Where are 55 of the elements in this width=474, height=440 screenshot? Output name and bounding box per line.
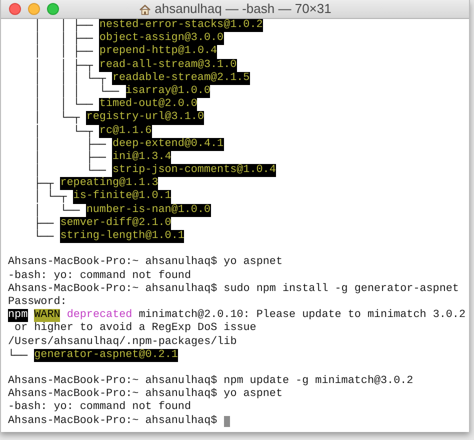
package-name: string-length@1.0.1 [60, 230, 184, 244]
package-name: object-assign@3.0.0 [99, 32, 224, 46]
deprecated-label: deprecated [66, 309, 132, 322]
tree-branch: │ │ ├─┬ [33, 58, 93, 72]
package-name: ini@1.3.4 [112, 150, 172, 164]
npm-label: npm [8, 309, 28, 322]
terminal-text: Ahsans-MacBook-Pro:~ ahsanulhaq$ [8, 414, 218, 428]
package-name: repeating@1.1.3 [60, 177, 158, 190]
tree-branch: └── [33, 230, 55, 244]
tree-branch: │ └─┬ [33, 111, 81, 124]
minimize-button[interactable] [28, 3, 40, 15]
package-name: number-is-nan@1.0.0 [86, 204, 211, 217]
terminal-text: Ahsans-MacBook-Pro:~ ahsanulhaq$ sudo npm install -g generator-aspnet [8, 282, 459, 296]
package-name: read-all-stream@3.1.0 [99, 58, 237, 72]
package-name: semver-diff@2.1.0 [60, 216, 172, 230]
tree-branch: │ ├── [33, 138, 107, 151]
window-title: ahsanulhaq — -bash — 70×31 [154, 0, 332, 18]
terminal-text: Ahsans-MacBook-Pro:~ ahsanulhaq$ yo aspnet [8, 256, 282, 270]
tree-branch: └── [8, 348, 29, 362]
warn-label: WARN [34, 309, 60, 322]
tree-branch: │ │ │ └── [33, 84, 120, 98]
tree-branch: │ └─┬ [33, 124, 93, 138]
tree-branch: │ │ ├── [33, 19, 94, 32]
package-name: registry-url@3.1.0 [86, 111, 204, 124]
package-name: prepend-http@1.0.4 [99, 45, 218, 59]
tree-branch: │ ├── [33, 150, 107, 164]
tree-branch: │ └─┬ [33, 190, 68, 204]
package-name: nested-error-stacks@1.0.2 [99, 19, 263, 32]
home-icon [138, 4, 151, 14]
zoom-button[interactable] [47, 3, 59, 15]
package-name: readable-stream@2.1.5 [112, 72, 250, 85]
terminal-text: Ahsans-MacBook-Pro:~ ahsanulhaq$ yo aspnet [8, 388, 282, 401]
tree-branch: │ │ │ └─┬ [33, 72, 106, 85]
package-name: isarray@1.0.0 [126, 84, 210, 98]
package-name: deep-extend@0.4.1 [112, 138, 224, 151]
terminal-text: /Users/ahsanulhaq/.npm-packages/lib [8, 336, 237, 348]
package-name: timed-out@2.0.0 [99, 98, 198, 112]
terminal-text: Ahsans-MacBook-Pro:~ ahsanulhaq$ npm update -g minimatch@3.0.2 [8, 375, 414, 388]
package-name: strip-json-comments@1.0.4 [112, 164, 276, 178]
tree-branch: ├── [33, 216, 55, 230]
tree-branch: │ │ ├── [33, 45, 94, 58]
terminal-text: or higher to avoid a RegExp DoS issue [14, 322, 256, 336]
tree-branch: │ │ └── [33, 98, 93, 112]
terminal-text: -bash: yo: command not found [8, 401, 191, 415]
terminal-text: Password: [8, 296, 67, 310]
terminal-text: -bash: yo: command not found [8, 270, 191, 283]
package-name: generator-aspnet@0.2.1 [34, 348, 178, 362]
tree-branch: │ └── [33, 164, 106, 178]
terminal-text: minimatch@2.0.10: Please update to minimatch 3.0.2 [138, 309, 466, 322]
close-button[interactable] [9, 3, 21, 15]
package-name: rc@1.1.6 [99, 124, 152, 138]
tree-branch: │ │ ├── [33, 32, 94, 46]
package-name: is-finite@1.0.1 [73, 190, 172, 204]
tree-branch: ├─┬ [33, 177, 54, 190]
tree-branch: │ └── [33, 204, 81, 217]
